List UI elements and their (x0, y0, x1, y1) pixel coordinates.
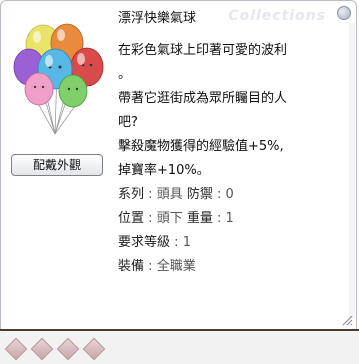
attr-series-defense: 系列 : 頭具 防禦 : 0 (118, 183, 338, 207)
equip-value: 全職業 (156, 259, 196, 274)
separator: : (217, 211, 222, 226)
attr-equip: 裝備 : 全職業 (118, 255, 338, 279)
resize-grip-icon[interactable] (341, 314, 353, 326)
card-slots (4, 337, 106, 361)
description-line: 掉寶率+10%。 (118, 163, 210, 178)
scrollbar[interactable] (349, 23, 355, 318)
series-label: 系列 (118, 187, 145, 202)
collections-watermark: Collections (228, 8, 326, 24)
defense-value: 0 (225, 187, 234, 202)
level-value: 1 (182, 235, 191, 250)
item-info-window: Collections 漂浮快樂氣球 配戴外觀 在彩色氣球上印著可愛的波利 。 … (0, 0, 357, 330)
separator: : (174, 235, 179, 250)
defense-label: 防禦 (186, 187, 213, 202)
separator: : (148, 187, 153, 202)
attr-required-level: 要求等級 : 1 (118, 231, 338, 255)
description-line: 在彩色氣球上印著可愛的波利 (118, 43, 288, 58)
weight-value: 1 (225, 211, 234, 226)
description-line: 帶著它逛街成為眾所矚目的人 (118, 91, 288, 106)
card-slot-icon[interactable] (82, 337, 106, 361)
item-description: 在彩色氣球上印著可愛的波利 。 帶著它逛街成為眾所矚目的人 吧? 擊殺魔物獲得的… (118, 39, 338, 279)
card-slot-icon[interactable] (4, 337, 28, 361)
attr-position-weight: 位置 : 頭下 重量 : 1 (118, 207, 338, 231)
series-value: 頭具 (156, 187, 183, 202)
close-icon[interactable] (337, 6, 351, 20)
item-image (13, 23, 104, 135)
position-label: 位置 (118, 211, 145, 226)
view-appearance-button[interactable]: 配戴外觀 (11, 154, 103, 176)
level-label: 要求等級 (118, 235, 171, 250)
position-value: 頭下 (156, 211, 183, 226)
card-slot-bar (0, 329, 359, 364)
description-line: 吧? (118, 115, 138, 130)
separator: : (148, 259, 153, 274)
separator: : (217, 187, 222, 202)
equip-label: 裝備 (118, 259, 145, 274)
card-slot-icon[interactable] (30, 337, 54, 361)
card-slot-icon[interactable] (56, 337, 80, 361)
description-line: 。 (118, 67, 132, 82)
separator: : (148, 211, 153, 226)
weight-label: 重量 (186, 211, 213, 226)
item-title: 漂浮快樂氣球 (118, 11, 197, 26)
description-line: 擊殺魔物獲得的經驗值+5%, (118, 139, 284, 154)
